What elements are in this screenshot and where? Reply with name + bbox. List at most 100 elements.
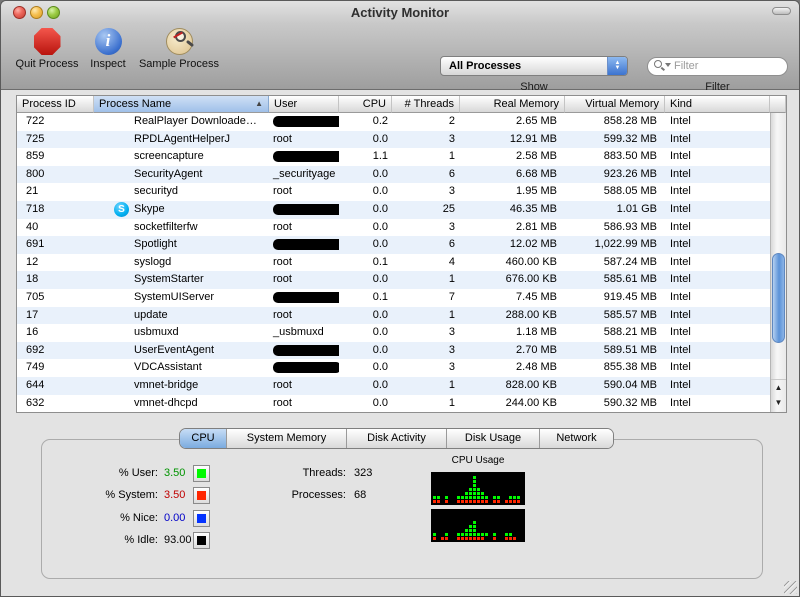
cell-real: 12.91 MB	[509, 132, 557, 145]
cell-pid: 722	[26, 115, 45, 127]
cell-threads: 1	[448, 396, 455, 409]
cell-user	[269, 289, 339, 307]
cell-real: 6.68 MB	[516, 167, 557, 180]
cell-threads: 3	[448, 361, 455, 374]
process-row-syslogd[interactable]: 12 syslogd root 0.1 4 460.00 KB 587.24 MB Intel	[17, 254, 770, 272]
cell-user: root	[273, 185, 292, 198]
cell-pid: 12	[26, 255, 39, 268]
process-row-usbmuxd[interactable]: 16 usbmuxd _usbmuxd 0.0 3 1.18 MB 588.21 MB Int…	[17, 324, 770, 342]
cell-pid: 18	[26, 273, 39, 286]
header-virtual-memory[interactable]: Virtual Memory	[565, 96, 665, 113]
toolbar-toggle-pill-button[interactable]	[772, 7, 791, 15]
cell-cpu: 0.0	[372, 361, 388, 374]
tab-disk-activity[interactable]: Disk Activity	[347, 429, 447, 448]
cell-threads: 1	[448, 308, 455, 321]
process-row-screencapture[interactable]: 859 screencapture 1.1 1 2.58 MB 883.50 MB Inte…	[17, 148, 770, 166]
header-process-id[interactable]: Process ID	[17, 96, 94, 113]
threads-value: 323	[354, 467, 373, 479]
header-process-name[interactable]: Process Name ▲	[94, 96, 269, 113]
cell-real: 244.00 KB	[505, 396, 557, 409]
process-row-securityd[interactable]: 21 securityd root 0.0 3 1.95 MB 588.05 MB Intel	[17, 183, 770, 201]
tab-disk-usage[interactable]: Disk Usage	[447, 429, 540, 448]
cell-real: 46.35 MB	[509, 202, 557, 215]
header-kind[interactable]: Kind	[665, 96, 770, 113]
scrollbar-thumb[interactable]	[772, 253, 785, 343]
process-row-usereventagent[interactable]: 692 UserEventAgent 0.0 3 2.70 MB 589.51 MB Int…	[17, 341, 770, 360]
cell-virtual: 590.32 MB	[603, 396, 657, 409]
cell-virtual: 587.24 MB	[603, 255, 657, 268]
cell-threads: 7	[448, 290, 455, 303]
cell-cpu: 0.1	[372, 290, 388, 303]
cell-cpu: 0.0	[372, 167, 388, 180]
cell-real: 2.58 MB	[516, 150, 557, 163]
cell-name: UserEventAgent	[134, 343, 215, 356]
header-cpu[interactable]: CPU	[339, 96, 392, 113]
bottom-pane-box	[41, 439, 763, 579]
cell-threads: 25	[442, 202, 455, 215]
process-row-vdcassistant[interactable]: 749 VDCAssistant 0.0 3 2.48 MB 855.38 MB Intel	[17, 359, 770, 377]
color-swatch-button[interactable]	[193, 509, 210, 527]
tab-system-memory[interactable]: System Memory	[227, 429, 347, 448]
color-chip	[197, 491, 206, 501]
window-resize-grip[interactable]	[784, 581, 797, 594]
cell-name: syslogd	[134, 255, 172, 268]
inspect-button[interactable]: i Inspect	[85, 28, 131, 70]
scroll-down-arrow[interactable]: ▼	[771, 395, 786, 411]
color-swatch-button[interactable]	[193, 465, 210, 482]
inspect-label: Inspect	[90, 58, 126, 70]
header-user[interactable]: User	[269, 96, 339, 113]
cell-pid: 859	[26, 150, 45, 163]
cell-virtual: 919.45 MB	[603, 290, 657, 303]
table-header-row: Process ID Process Name ▲ User CPU # Threads R…	[17, 96, 786, 113]
quit-process-button[interactable]: Quit Process	[11, 28, 83, 70]
process-row-systemuiserver[interactable]: 705 SystemUIServer 0.1 7 7.45 MB 919.45 MB Int…	[17, 289, 770, 307]
cell-user	[269, 342, 339, 360]
show-popup-button[interactable]: All Processes ▲ ▼	[440, 56, 628, 76]
cell-user: root	[273, 255, 292, 268]
activity-monitor-window: Activity Monitor Quit Process i Inspect …	[0, 0, 800, 597]
process-row-rpdlagenthelperj[interactable]: 725 RPDLAgentHelperJ root 0.0 3 12.91 MB 599.3…	[17, 130, 770, 149]
stop-octagon-icon	[33, 28, 61, 55]
cell-real: 12.02 MB	[509, 238, 557, 251]
search-menu-caret-icon[interactable]	[665, 63, 671, 67]
sample-process-button[interactable]: Sample Process	[133, 28, 225, 70]
process-row-update[interactable]: 17 update root 0.0 1 288.00 KB 585.57 MB Intel	[17, 306, 770, 325]
cell-virtual: 923.26 MB	[603, 167, 657, 180]
cell-user	[269, 359, 339, 377]
process-row-systemstarter[interactable]: 18 SystemStarter root 0.0 1 676.00 KB 585.61 M…	[17, 271, 770, 289]
cell-user: root	[273, 220, 292, 233]
color-swatch-button[interactable]	[193, 487, 210, 505]
cell-threads: 1	[448, 273, 455, 286]
cell-virtual: 590.04 MB	[603, 378, 657, 391]
cell-threads: 3	[448, 326, 455, 339]
cell-kind: Intel	[670, 343, 691, 356]
process-row-vmnet-bridge[interactable]: 644 vmnet-bridge root 0.0 1 828.00 KB 590.04 M…	[17, 376, 770, 395]
process-row-skype[interactable]: 718 S Skype 0.0 25 46.35 MB 1.01 GB Intel	[17, 200, 770, 219]
search-icon	[654, 60, 662, 68]
cell-pid: 632	[26, 396, 45, 409]
title-bar[interactable]: Activity Monitor	[1, 1, 799, 23]
process-row-socketfilterfw[interactable]: 40 socketfilterfw root 0.0 3 2.81 MB 586.93 MB…	[17, 219, 770, 237]
cell-threads: 3	[448, 132, 455, 145]
process-row-realplayer-downloade[interactable]: 722 RealPlayer Downloade… 0.2 2 2.65 MB 858.2…	[17, 113, 770, 131]
vertical-scrollbar[interactable]: ▲ ▼	[770, 113, 786, 412]
processes-label: Processes:	[291, 489, 346, 502]
cell-kind: Intel	[670, 308, 691, 321]
header-real-memory[interactable]: Real Memory	[460, 96, 565, 113]
process-row-vmnet-dhcpd[interactable]: 632 vmnet-dhcpd root 0.0 1 244.00 KB 590.32 MB…	[17, 395, 770, 413]
color-swatch-button[interactable]	[193, 532, 210, 550]
sample-process-label: Sample Process	[138, 58, 220, 70]
process-table: Process ID Process Name ▲ User CPU # Threads R…	[16, 95, 787, 413]
header-threads[interactable]: # Threads	[392, 96, 460, 113]
tab-network[interactable]: Network	[540, 429, 613, 448]
cell-user: root	[273, 378, 292, 391]
cpu-usage-meter-2	[431, 509, 525, 542]
scroll-up-arrow[interactable]: ▲	[771, 379, 786, 395]
cell-user	[269, 236, 339, 254]
process-row-spotlight[interactable]: 691 Spotlight 0.0 6 12.02 MB 1,022.99 MB Intel	[17, 236, 770, 254]
filter-field-wrap	[647, 56, 788, 76]
cell-pid: 40	[26, 220, 39, 233]
tab-cpu[interactable]: CPU	[180, 429, 227, 448]
cell-kind: Intel	[670, 150, 691, 163]
process-row-securityagent[interactable]: 800 SecurityAgent _securityage 0.0 6 6.68 MB 9…	[17, 165, 770, 184]
